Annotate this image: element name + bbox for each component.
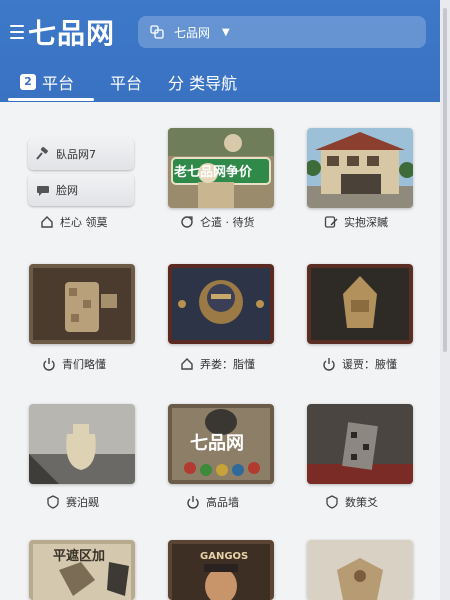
edit-icon bbox=[324, 216, 338, 228]
card-image bbox=[307, 540, 413, 600]
card-image bbox=[29, 404, 135, 484]
card-banner-text: 七品网 bbox=[190, 433, 244, 454]
card-image bbox=[307, 264, 413, 344]
card-label[interactable]: 仑遣 · 待货 bbox=[180, 214, 255, 230]
tab-platform[interactable]: 平台 bbox=[110, 70, 142, 94]
product-card-12[interactable] bbox=[307, 540, 413, 600]
power-icon bbox=[323, 358, 335, 371]
card-image bbox=[29, 264, 135, 344]
tab-bar: 2 平台 平台 分 类导航 bbox=[0, 62, 440, 102]
selector-label: 七品网 bbox=[174, 25, 211, 40]
tab-label: 平台 bbox=[42, 74, 75, 93]
tab-label: 平台 bbox=[110, 74, 143, 93]
tab-platform-active[interactable]: 2 平台 bbox=[20, 70, 74, 94]
card-label[interactable]: 实抱深贓 bbox=[324, 214, 388, 230]
card-label[interactable]: 谖贾：腋懂 bbox=[322, 356, 397, 372]
site-icon bbox=[150, 25, 164, 39]
card-label[interactable]: 弄娄：脂懂 bbox=[180, 356, 255, 372]
product-card-6[interactable] bbox=[307, 264, 413, 344]
product-card-5[interactable] bbox=[168, 264, 274, 344]
product-card-11[interactable]: GANGOS bbox=[168, 540, 274, 600]
tab-category-nav[interactable]: 分 类导航 bbox=[168, 70, 237, 94]
card-banner-text: 老七品网争价 bbox=[174, 164, 253, 180]
product-card-2[interactable]: 老七品网争价 bbox=[168, 128, 274, 208]
card-label[interactable]: 数策爻 bbox=[325, 494, 378, 510]
shield-icon bbox=[326, 495, 338, 509]
shield-icon bbox=[47, 495, 59, 509]
app-logo[interactable]: 七品网 bbox=[10, 14, 115, 50]
power-icon bbox=[187, 496, 199, 509]
refresh-icon bbox=[181, 216, 193, 228]
card-banner-text: 平遮区加 bbox=[53, 548, 106, 564]
card-banner-text: GANGOS bbox=[200, 550, 249, 562]
menu-button-2[interactable]: 脸网 bbox=[28, 174, 134, 206]
product-card-9[interactable] bbox=[307, 404, 413, 484]
logo-text: 七品网 bbox=[28, 17, 116, 50]
card-image bbox=[168, 264, 274, 344]
card-label[interactable]: 栏心 领莫 bbox=[40, 214, 108, 230]
product-card-8[interactable]: 七品网 bbox=[168, 404, 274, 484]
card-label[interactable]: 青们略懂 bbox=[42, 356, 106, 372]
home-icon bbox=[181, 358, 193, 370]
app-header: 七品网 七品网 ▼ 2 平台 平台 分 类导航 bbox=[0, 0, 440, 102]
menu-icon[interactable] bbox=[10, 25, 24, 39]
menu-button-1[interactable]: 臥品网7 bbox=[28, 138, 134, 170]
product-card-3[interactable] bbox=[307, 128, 413, 208]
product-card-7[interactable] bbox=[29, 404, 135, 484]
tab-badge: 2 bbox=[20, 74, 36, 90]
active-tab-indicator bbox=[8, 98, 94, 101]
menu-button-label: 脸网 bbox=[56, 184, 78, 197]
card-label[interactable]: 高品墙 bbox=[186, 494, 239, 510]
tab-label: 分 类导航 bbox=[168, 74, 238, 93]
power-icon bbox=[43, 358, 55, 371]
card-label[interactable]: 赛泊觋 bbox=[46, 494, 99, 510]
home-icon bbox=[41, 216, 53, 228]
card-image bbox=[307, 404, 413, 484]
chevron-down-icon: ▼ bbox=[222, 26, 230, 38]
menu-button-label: 臥品网7 bbox=[56, 148, 96, 161]
scrollbar-thumb[interactable] bbox=[443, 8, 447, 352]
card-image bbox=[307, 128, 413, 208]
chat-icon bbox=[37, 186, 49, 196]
product-card-4[interactable] bbox=[29, 264, 135, 344]
product-card-10[interactable]: 平遮区加 bbox=[29, 540, 135, 600]
site-selector-dropdown[interactable]: 七品网 ▼ bbox=[138, 16, 426, 48]
gavel-icon bbox=[36, 147, 48, 160]
